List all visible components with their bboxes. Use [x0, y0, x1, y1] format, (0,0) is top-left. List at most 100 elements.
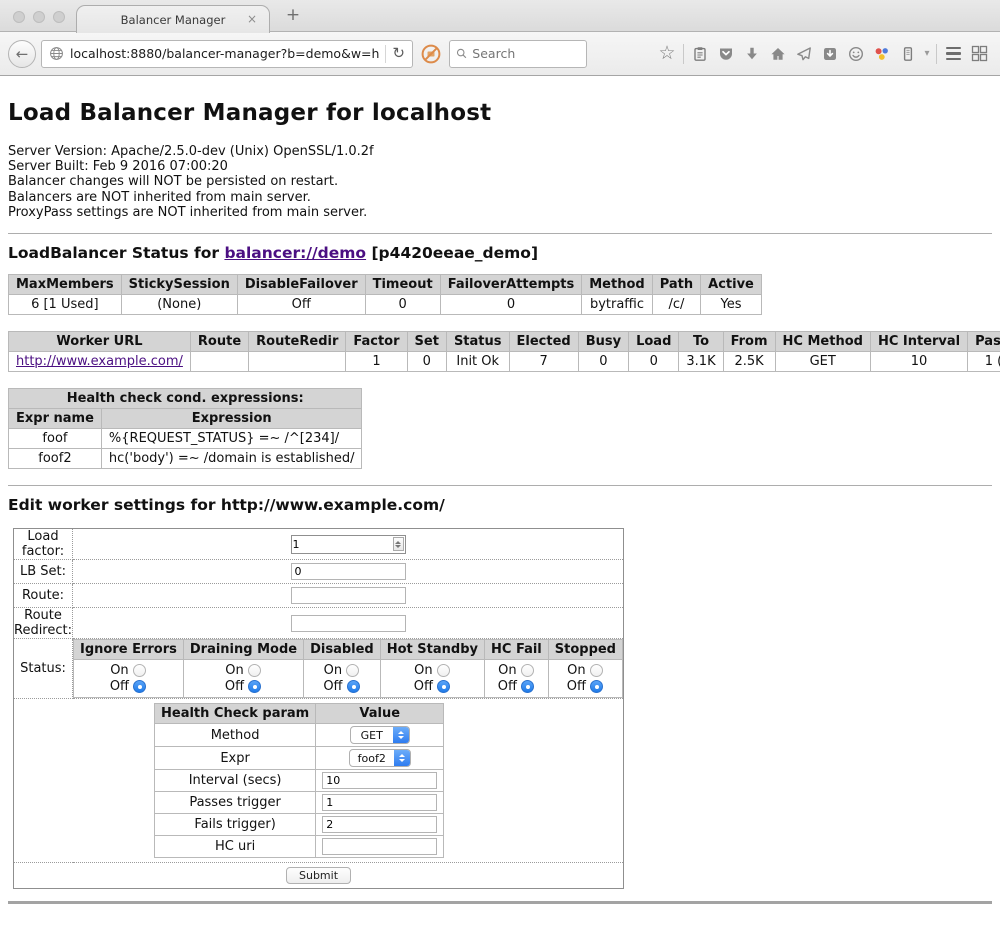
window-zoom-button[interactable] [53, 11, 65, 23]
hc-passes-label: Passes trigger [155, 792, 316, 814]
globe-icon [49, 46, 64, 61]
plugin-blocked-icon[interactable] [421, 44, 441, 64]
edit-worker-form: Load factor: LB Set: Route: [13, 528, 624, 889]
browser-chrome: Balancer Manager × + ← localhost:8880/ba… [0, 0, 1000, 76]
hc-interval-label: Interval (secs) [155, 770, 316, 792]
window-minimize-button[interactable] [33, 11, 45, 23]
on-label: On [567, 663, 585, 678]
feedback-smiley-icon[interactable] [843, 41, 869, 67]
route-row: Route: [14, 584, 624, 608]
cell-route [190, 352, 248, 372]
cell-from: 2.5K [723, 352, 775, 372]
back-button[interactable]: ← [8, 40, 36, 68]
lb-set-row: LB Set: [14, 560, 624, 584]
draining-mode-off-radio[interactable] [248, 680, 261, 693]
hc-method-select[interactable]: GET [350, 726, 410, 744]
cell-hc-method: GET [775, 352, 870, 372]
cell-factor: 1 [346, 352, 407, 372]
disabled-on-radio[interactable] [346, 664, 359, 677]
draining-mode-on-radio[interactable] [248, 664, 261, 677]
browser-tab[interactable]: Balancer Manager × [76, 5, 270, 33]
number-stepper-icon[interactable] [393, 537, 404, 551]
new-tab-button[interactable]: + [282, 5, 304, 25]
server-built-line: Server Built: Feb 9 2016 07:00:20 [8, 159, 992, 174]
worker-url-link[interactable]: http://www.example.com/ [16, 354, 183, 369]
device-caret-icon[interactable]: ▾ [921, 48, 933, 59]
col-status: Status [446, 332, 509, 352]
stopped-off-radio[interactable] [590, 680, 603, 693]
on-label: On [225, 663, 243, 678]
tab-close-icon[interactable]: × [247, 12, 257, 26]
download-icon[interactable] [739, 41, 765, 67]
select-chevrons-icon [393, 727, 409, 743]
hot-standby-off-radio[interactable] [437, 680, 450, 693]
hot-standby-radios: On Off [380, 660, 484, 698]
col-expr-name: Expr name [9, 409, 102, 429]
health-check-row: Health Check param Value Method GET [14, 699, 624, 863]
load-factor-input[interactable] [293, 537, 393, 552]
status-table: Ignore Errors Draining Mode Disabled Hot… [73, 639, 623, 698]
reload-icon[interactable]: ↻ [392, 46, 405, 61]
save-page-icon[interactable] [817, 41, 843, 67]
load-factor-stepper[interactable] [291, 535, 406, 554]
extensions-dots-icon[interactable] [869, 41, 895, 67]
route-redirect-row: Route Redirect: [14, 608, 624, 639]
lb-set-label: LB Set: [14, 560, 73, 584]
expr-row: foof %{REQUEST_STATUS} =~ /^[234]/ [9, 429, 362, 449]
url-bar[interactable]: localhost:8880/balancer-manager?b=demo&w… [41, 40, 413, 68]
navigation-toolbar: ← localhost:8880/balancer-manager?b=demo… [0, 32, 1000, 76]
search-bar[interactable] [449, 40, 587, 68]
window-close-button[interactable] [13, 11, 25, 23]
hc-fail-radios: On Off [485, 660, 549, 698]
hot-standby-on-radio[interactable] [437, 664, 450, 677]
col-hc-interval: HC Interval [870, 332, 967, 352]
proxypass-note-line: ProxyPass settings are NOT inherited fro… [8, 205, 992, 220]
tab-groups-icon[interactable] [966, 41, 992, 67]
cell-active: Yes [701, 295, 762, 315]
route-label: Route: [14, 584, 73, 608]
toolbar-divider [683, 44, 684, 64]
device-sync-icon[interactable] [895, 41, 921, 67]
server-info: Server Version: Apache/2.5.0-dev (Unix) … [8, 144, 992, 220]
hc-fail-on-radio[interactable] [521, 664, 534, 677]
off-label: Off [498, 679, 517, 694]
col-maxmembers: MaxMembers [9, 275, 122, 295]
route-input[interactable] [291, 587, 406, 604]
menu-hamburger-icon[interactable] [940, 41, 966, 67]
off-label: Off [323, 679, 342, 694]
lb-set-input[interactable] [291, 563, 406, 580]
tab-title: Balancer Manager [121, 13, 226, 27]
bookmark-star-icon[interactable]: ☆ [654, 41, 680, 67]
hc-interval-input[interactable] [322, 772, 437, 789]
off-label: Off [414, 679, 433, 694]
stopped-on-radio[interactable] [590, 664, 603, 677]
select-chevrons-icon [394, 750, 410, 766]
pocket-icon[interactable] [713, 41, 739, 67]
route-redirect-input[interactable] [291, 615, 406, 632]
hc-expr-select[interactable]: foof2 [349, 749, 411, 767]
off-label: Off [567, 679, 586, 694]
send-tab-icon[interactable] [791, 41, 817, 67]
col-factor: Factor [346, 332, 407, 352]
balancer-status-table: MaxMembers StickySession DisableFailover… [8, 274, 762, 315]
ignore-errors-on-radio[interactable] [133, 664, 146, 677]
on-label: On [498, 663, 516, 678]
cell-passes: 1 (0) [968, 352, 1000, 372]
status-label: Status: [14, 639, 73, 699]
home-icon[interactable] [765, 41, 791, 67]
hc-passes-input[interactable] [322, 794, 437, 811]
submit-button[interactable]: Submit [286, 867, 351, 884]
cell-status: Init Ok [446, 352, 509, 372]
ignore-errors-off-radio[interactable] [133, 680, 146, 693]
url-text[interactable]: localhost:8880/balancer-manager?b=demo&w… [70, 46, 379, 61]
cell-path: /c/ [652, 295, 700, 315]
balancer-link[interactable]: balancer://demo [224, 244, 366, 262]
hc-fail-off-radio[interactable] [521, 680, 534, 693]
search-input[interactable] [472, 46, 580, 61]
clipboard-icon[interactable] [687, 41, 713, 67]
disabled-off-radio[interactable] [347, 680, 360, 693]
hc-uri-input[interactable] [322, 838, 437, 855]
hc-fails-input[interactable] [322, 816, 437, 833]
col-elected: Elected [509, 332, 578, 352]
col-draining-mode: Draining Mode [183, 640, 303, 660]
